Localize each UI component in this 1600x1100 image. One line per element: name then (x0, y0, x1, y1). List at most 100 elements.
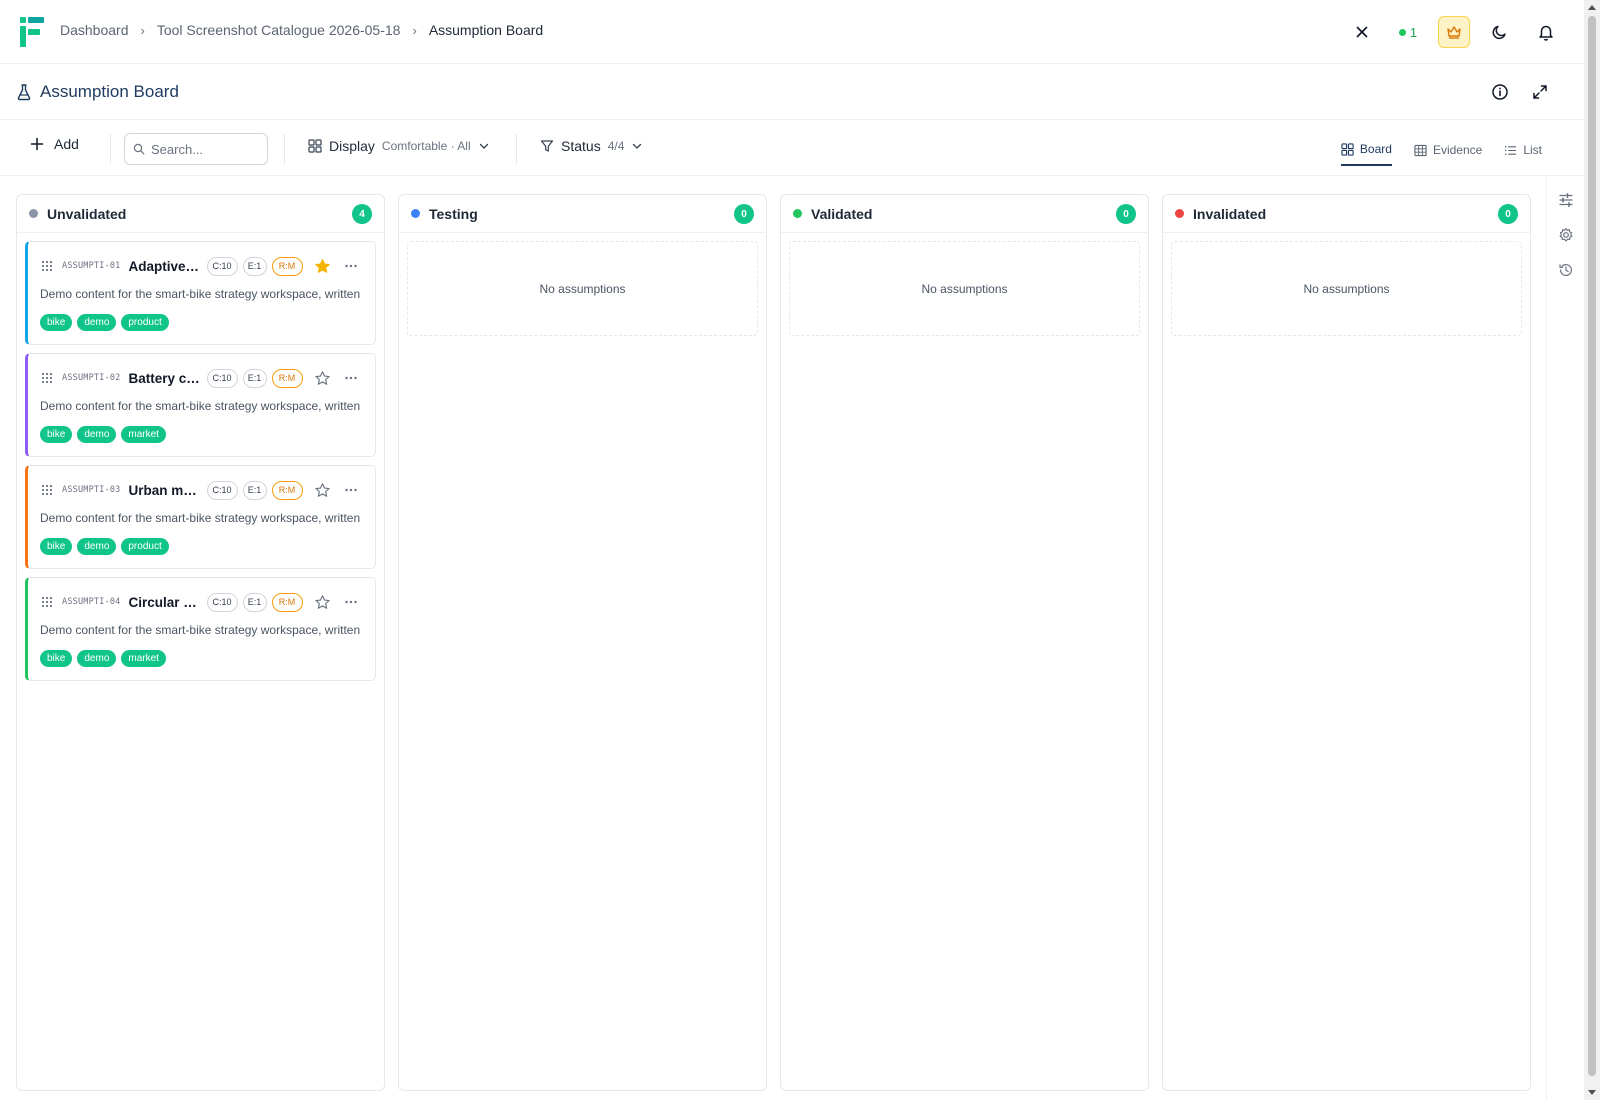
tag[interactable]: demo (77, 650, 117, 667)
tag[interactable]: demo (77, 426, 117, 443)
tab-list[interactable]: List (1504, 140, 1542, 166)
scroll-down-icon[interactable] (1588, 1090, 1596, 1095)
display-dropdown[interactable]: Display Comfortable · All (308, 138, 490, 154)
card-title[interactable]: Urban mobility (129, 483, 201, 498)
star-icon (315, 370, 330, 385)
card-menu-button[interactable] (340, 479, 362, 501)
tag[interactable]: market (121, 426, 166, 443)
info-button[interactable] (1484, 76, 1516, 108)
online-dot-icon (1398, 28, 1406, 36)
add-button[interactable]: Add (30, 136, 79, 152)
card-header: ASSUMPTI-03 Urban mobility C:10E:1R:M (40, 478, 365, 502)
star-icon (315, 482, 330, 497)
tag[interactable]: demo (77, 314, 117, 331)
favorite-button[interactable] (312, 479, 334, 501)
column-title: Validated (811, 205, 873, 222)
status-filter-dropdown[interactable]: Status 4/4 (540, 138, 643, 154)
filter-icon (540, 140, 554, 152)
gear-icon[interactable] (1558, 227, 1574, 243)
tag[interactable]: bike (40, 650, 73, 667)
tab-board[interactable]: Board (1340, 140, 1392, 166)
empty-state: No assumptions (407, 241, 758, 336)
breadcrumb-workspace[interactable]: Tool Screenshot Catalogue 2026-05-18 (157, 22, 401, 38)
assumption-card[interactable]: ASSUMPTI-01 Adaptive assist tuning C:10E:1… (25, 241, 376, 345)
evidence-chip: E:1 (242, 480, 267, 500)
view-tabs: Board Evidence List (1340, 140, 1542, 166)
display-label: Display (329, 138, 375, 154)
card-title[interactable]: Battery capacity (129, 371, 201, 386)
fullscreen-button[interactable] (1524, 76, 1556, 108)
tag[interactable]: market (121, 650, 166, 667)
favorite-button[interactable] (312, 255, 334, 277)
table-icon (1414, 144, 1427, 156)
column-title: Testing (429, 205, 478, 222)
column-header: Invalidated 0 (1163, 195, 1530, 233)
drag-handle-icon[interactable] (40, 595, 54, 609)
column-body: No assumptions (399, 233, 766, 344)
evidence-chip: E:1 (242, 368, 267, 388)
moon-icon (1492, 25, 1506, 40)
card-header: ASSUMPTI-01 Adaptive assist tuning C:10E:1… (40, 254, 365, 278)
column-title: Invalidated (1193, 205, 1267, 222)
kanban-board: Unvalidated 4 ASSUMPTI-01 Adaptive assist t… (16, 194, 1531, 1091)
column-validated: Validated 0 No assumptions (780, 194, 1149, 1091)
tag[interactable]: demo (77, 538, 117, 555)
search-box (124, 133, 268, 165)
assumption-card[interactable]: ASSUMPTI-02 Battery capacity C:10E:1R:M Dem… (25, 353, 376, 457)
more-icon (344, 264, 357, 268)
evidence-chip: E:1 (242, 256, 267, 276)
card-title[interactable]: Adaptive assist tuning (129, 259, 201, 274)
tag[interactable]: bike (40, 426, 73, 443)
status-dot-icon (411, 209, 420, 218)
tag[interactable]: bike (40, 314, 73, 331)
evidence-chip: E:1 (242, 592, 267, 612)
breadcrumb: Dashboard › Tool Screenshot Catalogue 20… (60, 22, 543, 38)
app-logo-icon[interactable] (20, 17, 44, 47)
upgrade-button[interactable] (1438, 16, 1470, 48)
drag-handle-icon[interactable] (40, 259, 54, 273)
notifications-button[interactable] (1530, 16, 1562, 48)
card-tags: bike demo product (40, 538, 169, 555)
assumption-card[interactable]: ASSUMPTI-04 Circular frame C:10E:1R:M Demo … (25, 577, 376, 681)
history-icon[interactable] (1558, 262, 1574, 278)
page-header: Assumption Board (0, 64, 1584, 120)
assumption-card[interactable]: ASSUMPTI-03 Urban mobility C:10E:1R:M Demo … (25, 465, 376, 569)
theme-toggle-button[interactable] (1484, 16, 1516, 48)
close-button[interactable] (1346, 16, 1378, 48)
tag[interactable]: product (121, 538, 169, 555)
chevron-down-icon (633, 143, 642, 149)
scrollbar-thumb[interactable] (1588, 16, 1596, 1076)
favorite-button[interactable] (312, 367, 334, 389)
more-icon (344, 488, 357, 492)
card-description: Demo content for the smart-bike strategy… (40, 623, 361, 640)
column-title: Unvalidated (47, 205, 127, 222)
tab-list-label: List (1523, 143, 1542, 157)
drag-handle-icon[interactable] (40, 483, 54, 497)
column-body: ASSUMPTI-01Adaptive assist tuningC:10E:1… (17, 233, 384, 697)
tag[interactable]: product (121, 314, 169, 331)
column-count-badge: 0 (1116, 204, 1136, 224)
card-menu-button[interactable] (340, 255, 362, 277)
column-invalidated: Invalidated 0 No assumptions (1162, 194, 1531, 1091)
status-value: 4/4 (607, 139, 625, 153)
empty-state: No assumptions (1171, 241, 1522, 336)
page-scrollbar[interactable] (1584, 0, 1600, 1100)
card-id: ASSUMPTI-01 (62, 261, 121, 271)
column-body: No assumptions (781, 233, 1148, 344)
presence-indicator[interactable]: 1 (1392, 25, 1424, 40)
card-description: Demo content for the smart-bike strategy… (40, 287, 361, 304)
card-title[interactable]: Circular frame (129, 595, 201, 610)
card-menu-button[interactable] (340, 367, 362, 389)
add-button-label: Add (54, 136, 79, 152)
breadcrumb-dashboard[interactable]: Dashboard (60, 22, 129, 38)
grid-icon (308, 139, 322, 153)
tab-evidence[interactable]: Evidence (1414, 140, 1482, 166)
card-menu-button[interactable] (340, 591, 362, 613)
tag[interactable]: bike (40, 538, 73, 555)
favorite-button[interactable] (312, 591, 334, 613)
drag-handle-icon[interactable] (40, 371, 54, 385)
search-input[interactable] (151, 141, 261, 157)
card-id: ASSUMPTI-04 (62, 597, 121, 607)
sliders-icon[interactable] (1558, 192, 1574, 208)
scroll-up-icon[interactable] (1588, 5, 1596, 10)
